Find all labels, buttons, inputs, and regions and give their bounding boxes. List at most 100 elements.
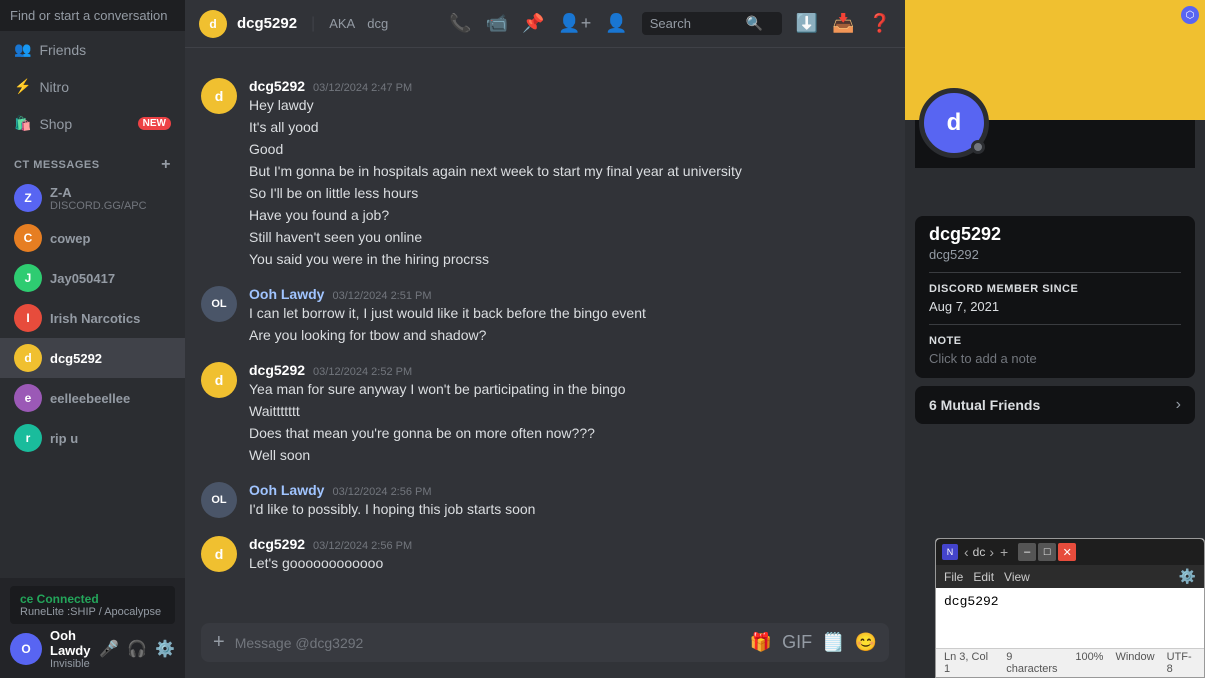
- chat-header-actions: 📞 📹 📌 👤+ 👤 🔍 ⬇️ 📥 ❓: [449, 12, 891, 35]
- dm-item-jay050417[interactable]: J Jay050417: [0, 258, 185, 298]
- notepad-maximize-button[interactable]: □: [1038, 543, 1056, 561]
- msg3-line3: Does that mean you're gonna be on more o…: [249, 423, 889, 444]
- msg4-timestamp: 03/12/2024 2:56 PM: [332, 486, 431, 498]
- notepad-cursor-pos: Ln 3, Col 1: [944, 651, 994, 675]
- profile-handle: dcg5292: [929, 247, 1181, 262]
- section-label: CT MESSAGES: [14, 159, 100, 171]
- dm-name-cowep: cowep: [50, 231, 90, 246]
- pin-icon[interactable]: 📌: [522, 13, 544, 34]
- dm-section-header: CT MESSAGES +: [0, 142, 185, 178]
- dm-item-rip-u[interactable]: r rip u: [0, 418, 185, 458]
- call-icon[interactable]: 📞: [449, 13, 471, 34]
- profile-online-indicator: ⬡: [1181, 6, 1199, 24]
- notepad-minimize-button[interactable]: –: [1018, 543, 1036, 561]
- dm-avatar-cowep: C: [14, 224, 42, 252]
- dm-item-cowep[interactable]: C cowep: [0, 218, 185, 258]
- messages-container: d dcg5292 03/12/2024 2:47 PM Hey lawdy I…: [185, 48, 905, 623]
- message-group-5: d dcg5292 03/12/2024 2:56 PM Let's goooo…: [201, 536, 889, 574]
- notepad-text: dcg5292: [944, 594, 999, 609]
- msg1-line6: Have you found a job?: [249, 205, 889, 226]
- sidebar-search[interactable]: Find or start a conversation: [0, 0, 185, 31]
- nitro-icon: ⚡: [14, 78, 31, 95]
- profile-since-value: Aug 7, 2021: [929, 299, 1181, 314]
- msg4-content: Ooh Lawdy 03/12/2024 2:56 PM I'd like to…: [249, 482, 889, 520]
- chat-input-box: + 🎁 GIF 🗒️ 😊: [201, 623, 889, 662]
- msg4-line1: I'd like to possibly. I hoping this job …: [249, 499, 889, 520]
- download-icon[interactable]: ⬇️: [796, 13, 818, 34]
- video-icon[interactable]: 📹: [486, 13, 508, 34]
- search-input[interactable]: [650, 16, 740, 31]
- notepad-view-menu[interactable]: View: [1004, 570, 1030, 584]
- help-icon[interactable]: ❓: [869, 13, 891, 34]
- message-input[interactable]: [235, 635, 740, 651]
- notepad-char-count: 9 characters: [1006, 651, 1063, 675]
- message-group-4: OL Ooh Lawdy 03/12/2024 2:56 PM I'd like…: [201, 482, 889, 520]
- user-controls: O Ooh Lawdy Invisible 🎤 🎧 ⚙️: [10, 628, 175, 670]
- msg5-author: dcg5292: [249, 536, 305, 552]
- msg5-line1: Let's goooooooooooo: [249, 553, 889, 574]
- profile-mutual-friends[interactable]: 6 Mutual Friends ›: [915, 386, 1195, 424]
- sidebar-item-shop[interactable]: 🛍️ Shop NEW: [0, 105, 185, 142]
- profile-note-label: NOTE: [929, 335, 1181, 347]
- msg1-timestamp: 03/12/2024 2:47 PM: [313, 82, 412, 94]
- settings-icon[interactable]: ⚙️: [155, 639, 175, 659]
- dm-item-eellee[interactable]: e eelleebeellee: [0, 378, 185, 418]
- msg2-avatar: OL: [201, 286, 237, 322]
- dm-name-z-a: Z-A: [50, 185, 147, 200]
- notepad-settings-icon[interactable]: ⚙️: [1179, 568, 1196, 585]
- notepad-nav: ‹ dc › +: [962, 544, 1010, 560]
- notepad-menu: File Edit View ⚙️: [936, 565, 1204, 588]
- notepad-back-btn[interactable]: ‹: [962, 544, 971, 560]
- mic-icon[interactable]: 🎤: [99, 639, 119, 659]
- notepad-edit-menu[interactable]: Edit: [973, 570, 994, 584]
- current-user-avatar: O: [10, 633, 42, 665]
- header-search-box[interactable]: 🔍: [642, 12, 782, 35]
- sidebar-item-friends[interactable]: 👥 Friends: [0, 31, 185, 68]
- dm-avatar-jay: J: [14, 264, 42, 292]
- profile-icon[interactable]: 👤: [605, 13, 627, 34]
- chat-input-area: + 🎁 GIF 🗒️ 😊: [185, 623, 905, 678]
- dm-item-z-a[interactable]: Z Z-A DISCORD.GG/APC: [0, 178, 185, 218]
- profile-info: dcg5292 dcg5292 DISCORD MEMBER SINCE Aug…: [915, 216, 1195, 378]
- notepad-title: dc: [973, 545, 986, 559]
- emoji-icon[interactable]: 😊: [855, 632, 877, 653]
- headphone-icon[interactable]: 🎧: [127, 639, 147, 659]
- add-dm-button[interactable]: +: [161, 156, 171, 174]
- dm-avatar-z-a: Z: [14, 184, 42, 212]
- dm-item-irish-narcotics[interactable]: I Irish Narcotics: [0, 298, 185, 338]
- chat-header-aka-value: dcg: [367, 16, 388, 31]
- notepad-window-label: Window: [1115, 651, 1154, 675]
- msg3-content: dcg5292 03/12/2024 2:52 PM Yea man for s…: [249, 362, 889, 466]
- notepad-new-tab-btn[interactable]: +: [998, 544, 1010, 560]
- notepad-file-menu[interactable]: File: [944, 570, 963, 584]
- notepad-close-button[interactable]: ✕: [1058, 543, 1076, 561]
- msg3-line4: Well soon: [249, 445, 889, 466]
- msg5-content: dcg5292 03/12/2024 2:56 PM Let's goooooo…: [249, 536, 889, 574]
- mutual-friends-label: 6 Mutual Friends: [929, 397, 1040, 413]
- dm-item-dcg5292[interactable]: d dcg5292: [0, 338, 185, 378]
- msg5-timestamp: 03/12/2024 2:56 PM: [313, 540, 412, 552]
- gift-icon[interactable]: 🎁: [750, 632, 772, 653]
- message-group-3: d dcg5292 03/12/2024 2:52 PM Yea man for…: [201, 362, 889, 466]
- add-friend-icon[interactable]: 👤+: [558, 13, 591, 34]
- inbox-icon[interactable]: 📥: [832, 13, 854, 34]
- sticker-icon[interactable]: 🗒️: [822, 632, 844, 653]
- notepad-status-bar: Ln 3, Col 1 9 characters 100% Window UTF…: [936, 648, 1204, 677]
- input-icons: 🎁 GIF 🗒️ 😊: [750, 632, 877, 653]
- msg3-line1: Yea man for sure anyway I won't be parti…: [249, 379, 889, 400]
- gif-icon[interactable]: GIF: [782, 632, 812, 653]
- msg1-line1: Hey lawdy: [249, 95, 889, 116]
- dm-avatar-irish: I: [14, 304, 42, 332]
- msg2-content: Ooh Lawdy 03/12/2024 2:51 PM I can let b…: [249, 286, 889, 346]
- msg1-line7: Still haven't seen you online: [249, 227, 889, 248]
- profile-note-input[interactable]: Click to add a note: [929, 351, 1181, 366]
- add-attachment-button[interactable]: +: [213, 631, 225, 654]
- chat-header-aka-label: AKA: [329, 16, 355, 31]
- sidebar-item-nitro[interactable]: ⚡ Nitro: [0, 68, 185, 105]
- profile-username: dcg5292: [929, 224, 1181, 245]
- msg2-line2: Are you looking for tbow and shadow?: [249, 325, 889, 346]
- msg1-avatar: d: [201, 78, 237, 114]
- shop-icon: 🛍️: [14, 115, 31, 132]
- profile-avatar-wrapper: d: [919, 88, 989, 158]
- notepad-forward-btn[interactable]: ›: [987, 544, 996, 560]
